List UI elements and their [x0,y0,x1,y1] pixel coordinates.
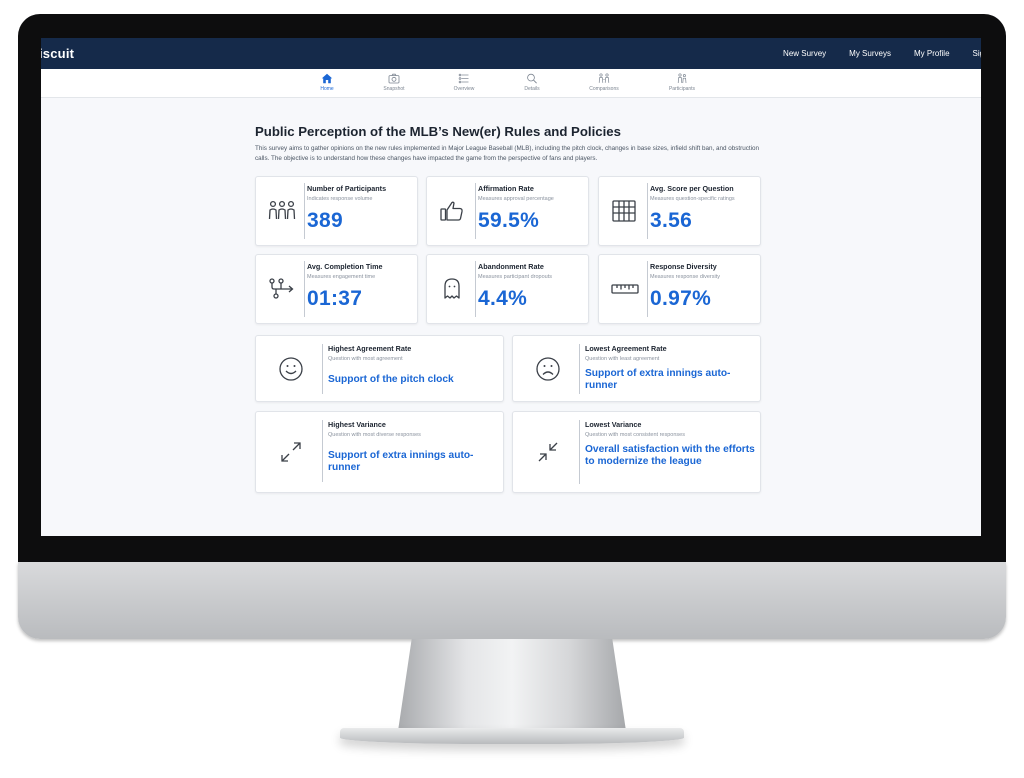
insight-card-highest-agreement: Highest Agreement Rate Question with mos… [255,335,504,402]
card-divider [304,261,305,317]
metric-value: 4.4% [478,287,528,310]
metric-title: Avg. Score per Question [650,184,734,193]
tab-snapshot-label: Snapshot [383,86,405,92]
metric-subtitle: Measures approval percentage [478,196,554,202]
smiley-face-icon [279,356,303,381]
comparison-people-icon [598,73,610,83]
top-nav-links: New Survey My Surveys My Profile Sign O [783,49,981,58]
insight-subtitle: Question with most consistent responses [585,432,685,438]
insight-title: Highest Agreement Rate [328,344,412,353]
metric-card-abandonment-rate: Abandonment Rate Measures participant dr… [426,254,589,324]
monitor-chin [18,562,1006,639]
insight-question: Overall satisfaction with the efforts to… [585,444,755,467]
section-tab-bar: Home Snapshot Overview Details Compariso… [41,69,981,98]
search-icon [527,73,537,84]
card-divider [579,344,580,394]
metric-title: Avg. Completion Time [307,262,383,271]
metric-subtitle: Measures response diversity [650,274,721,280]
metric-subtitle: Measures participant dropouts [478,274,552,280]
journey-path-icon [269,278,294,299]
card-divider [322,344,323,394]
insight-card-lowest-variance: Lowest Variance Question with most consi… [512,411,761,493]
tab-home[interactable]: Home [289,73,365,92]
insight-subtitle: Question with least agreement [585,356,660,362]
metric-title: Abandonment Rate [478,262,544,271]
insight-card-lowest-agreement: Lowest Agreement Rate Question with leas… [512,335,761,402]
page-title: Public Perception of the MLB’s New(er) R… [255,124,621,139]
metric-subtitle: Measures engagement time [307,274,376,280]
tab-details-label: Details [524,86,540,92]
home-icon [321,73,333,84]
card-divider [475,183,476,239]
ghost-icon [444,278,460,299]
monitor-stand-neck [398,639,626,731]
metric-value: 01:37 [307,287,363,310]
insight-title: Lowest Variance [585,420,642,429]
insight-title: Lowest Agreement Rate [585,344,667,353]
tab-home-label: Home [320,86,334,92]
insight-question: Support of extra innings auto-runner [585,368,731,391]
card-divider [304,183,305,239]
tab-participants-label: Participants [668,86,696,92]
insight-title: Highest Variance [328,420,386,429]
card-divider [647,183,648,239]
metric-card-response-diversity: Response Diversity Measures response div… [598,254,761,324]
metric-value: 0.97% [650,287,712,310]
metric-card-participants: Number of Participants Indicates respons… [255,176,418,246]
metric-card-completion-time: Avg. Completion Time Measures engagement… [255,254,418,324]
tab-comparisons[interactable]: Comparisons [566,73,642,92]
tab-comparisons-label: Comparisons [589,86,619,92]
card-divider [647,261,648,317]
tab-details[interactable]: Details [494,73,570,92]
metric-subtitle: Indicates response volume [307,196,373,202]
sad-face-icon [536,356,560,381]
abacus-icon [612,200,636,222]
ruler-icon [611,284,639,294]
overview-icon [458,73,469,84]
top-navbar: iscuit New Survey My Surveys My Profile … [41,38,981,69]
new-survey-link[interactable]: New Survey [783,49,826,58]
metric-card-avg-score: Avg. Score per Question Measures questio… [598,176,761,246]
metric-card-affirmation-rate: Affirmation Rate Measures approval perce… [426,176,589,246]
metric-subtitle: Measures question-specific ratings [650,196,735,202]
tab-overview[interactable]: Overview [426,73,502,92]
collapse-arrows-icon [538,442,558,462]
insight-question: Support of extra innings auto-runner [328,450,474,473]
sign-out-link[interactable]: Sign O [973,49,981,58]
tab-snapshot[interactable]: Snapshot [356,73,432,92]
card-divider [475,261,476,317]
survey-description: This survey aims to gather opinions on t… [255,145,760,162]
card-divider [579,420,580,484]
insight-subtitle: Question with most diverse responses [328,432,421,438]
insight-card-highest-variance: Highest Variance Question with most dive… [255,411,504,493]
my-surveys-link[interactable]: My Surveys [849,49,891,58]
metric-title: Affirmation Rate [478,184,534,193]
metric-value: 59.5% [478,209,540,232]
metric-value: 389 [307,209,343,232]
camera-icon [388,73,400,84]
metric-title: Response Diversity [650,262,717,271]
card-divider [322,420,323,482]
insight-question: Support of the pitch clock [328,374,454,385]
insight-subtitle: Question with most agreement [328,356,403,362]
expand-arrows-icon [281,442,301,462]
group-of-people-icon [268,200,296,220]
tab-overview-label: Overview [453,86,475,92]
tab-participants[interactable]: Participants [644,73,720,92]
app-screen: iscuit New Survey My Surveys My Profile … [41,38,981,536]
participants-icon [677,73,687,84]
metric-value: 3.56 [650,209,693,232]
metric-title: Number of Participants [307,184,387,193]
monitor-stand-base [340,728,684,744]
my-profile-link[interactable]: My Profile [914,49,950,58]
brand-logo-text[interactable]: iscuit [41,46,74,61]
thumbs-up-icon [440,201,463,221]
